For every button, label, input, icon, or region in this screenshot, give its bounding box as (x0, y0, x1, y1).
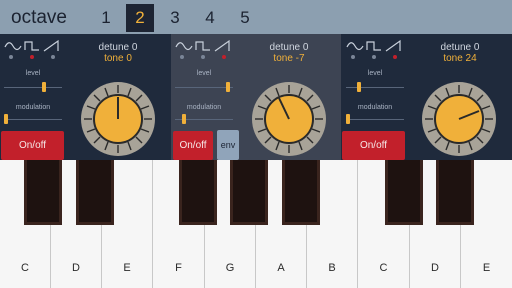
env-button[interactable]: env (217, 130, 239, 160)
level-label: level (196, 70, 212, 77)
onoff-button[interactable]: On/off (1, 131, 64, 160)
key-label: D (431, 262, 439, 274)
detune-value: detune 0 (98, 42, 138, 53)
modulation-slider[interactable] (4, 119, 62, 120)
sawtooth-wave-icon (385, 39, 401, 52)
black-key-g-sharp[interactable] (230, 160, 268, 225)
modulation-slider-thumb[interactable] (346, 114, 350, 124)
black-key-c-sharp-high[interactable] (385, 160, 423, 225)
octave-option-3[interactable]: 3 (161, 4, 189, 32)
modulation-slider-thumb[interactable] (4, 114, 8, 124)
key-label: C (379, 262, 388, 274)
square-wave-icon (24, 41, 39, 51)
tone-value: tone -7 (273, 53, 305, 64)
oscillator-panel-2: level modulation detune 0 tone -7 On/off… (171, 34, 341, 160)
sine-wave-icon (175, 42, 193, 51)
black-key-c-sharp[interactable] (24, 160, 62, 225)
octave-option-5[interactable]: 5 (231, 4, 259, 32)
sawtooth-indicator (51, 55, 55, 59)
black-key-f-sharp[interactable] (179, 160, 217, 225)
level-label: level (25, 70, 41, 77)
tone-knob[interactable] (80, 81, 156, 157)
tone-knob[interactable] (421, 81, 497, 157)
square-indicator (201, 55, 205, 59)
piano-keyboard: C D E F G A B C D E (0, 160, 512, 288)
key-label: D (72, 262, 80, 274)
black-key-a-sharp[interactable] (282, 160, 320, 225)
waveform-selector[interactable] (174, 39, 234, 53)
black-key-d-sharp[interactable] (76, 160, 114, 225)
modulation-slider[interactable] (346, 119, 404, 120)
octave-option-2[interactable]: 2 (126, 4, 154, 32)
waveform-selector[interactable] (3, 39, 63, 53)
sine-indicator (180, 55, 184, 59)
tone-value: tone 24 (443, 53, 477, 64)
tone-knob[interactable] (251, 81, 327, 157)
key-label: B (328, 262, 336, 274)
waveform-selector[interactable] (345, 39, 405, 53)
oscillator-panel-1: level modulation detune 0 tone 0 On/off (0, 34, 170, 160)
sine-wave-icon (346, 42, 364, 51)
sawtooth-wave-icon (214, 39, 230, 52)
sawtooth-indicator (393, 55, 397, 59)
key-label: E (482, 262, 491, 274)
key-label: E (123, 262, 131, 274)
key-label: F (175, 262, 182, 274)
tone-value: tone 0 (104, 53, 132, 64)
level-slider[interactable] (175, 87, 233, 88)
level-slider[interactable] (346, 87, 404, 88)
sawtooth-wave-icon (43, 39, 59, 52)
octave-option-4[interactable]: 4 (196, 4, 224, 32)
square-wave-icon (195, 41, 210, 51)
level-label: level (367, 70, 383, 77)
square-indicator (30, 55, 34, 59)
octave-title: octave (11, 7, 67, 28)
black-key-d-sharp-high[interactable] (436, 160, 474, 225)
key-label: C (21, 262, 29, 274)
sawtooth-indicator (222, 55, 226, 59)
detune-value: detune 0 (269, 42, 309, 53)
detune-value: detune 0 (440, 42, 480, 53)
square-indicator (372, 55, 376, 59)
octave-option-1[interactable]: 1 (92, 4, 120, 32)
oscillator-panel-3: level modulation detune 0 tone 24 On/off (342, 34, 512, 160)
sine-indicator (9, 55, 13, 59)
key-label: A (277, 262, 285, 274)
modulation-label: modulation (186, 104, 222, 111)
level-slider[interactable] (4, 87, 62, 88)
octave-bar: octave 1 2 3 4 5 (0, 0, 512, 34)
modulation-slider-thumb[interactable] (182, 114, 186, 124)
onoff-button[interactable]: On/off (173, 131, 213, 160)
sine-indicator (351, 55, 355, 59)
level-slider-thumb[interactable] (357, 82, 361, 92)
level-slider-thumb[interactable] (42, 82, 46, 92)
modulation-label: modulation (357, 104, 393, 111)
key-label: G (225, 262, 235, 274)
square-wave-icon (366, 41, 381, 51)
sine-wave-icon (4, 42, 22, 51)
modulation-label: modulation (15, 104, 51, 111)
onoff-button[interactable]: On/off (342, 131, 405, 160)
level-slider-thumb[interactable] (226, 82, 230, 92)
